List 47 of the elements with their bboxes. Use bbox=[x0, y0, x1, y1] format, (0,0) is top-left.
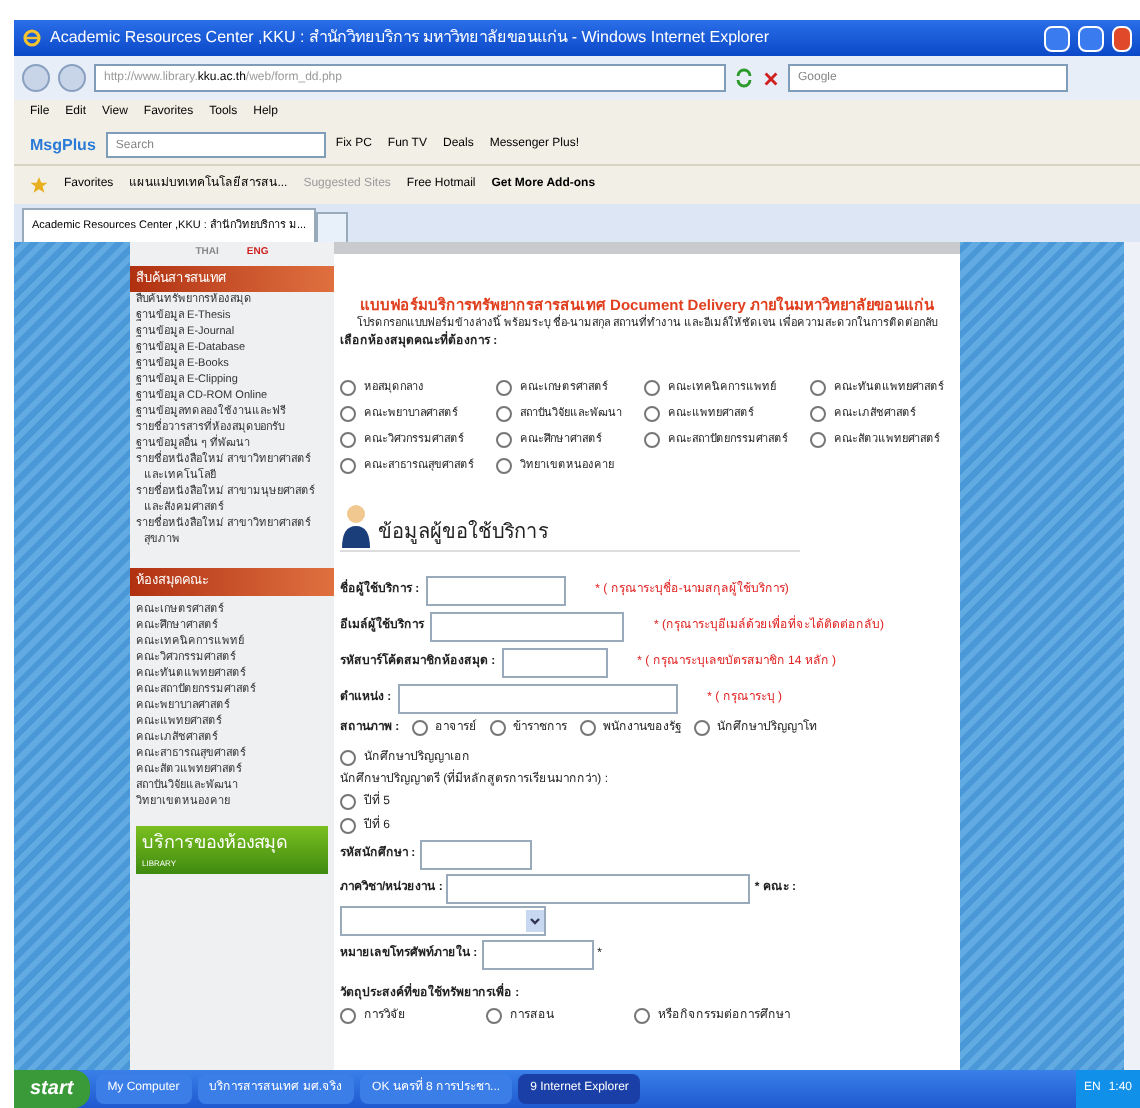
radio-button[interactable] bbox=[579, 720, 596, 736]
radio-button[interactable] bbox=[810, 379, 826, 396]
radio-button[interactable] bbox=[810, 432, 826, 449]
radio-button[interactable] bbox=[496, 405, 512, 422]
radio-button[interactable] bbox=[810, 405, 826, 422]
text-field[interactable] bbox=[425, 575, 566, 605]
text-field[interactable] bbox=[501, 647, 608, 677]
radio-button[interactable] bbox=[340, 432, 356, 449]
minimize-button[interactable] bbox=[1044, 25, 1070, 51]
radio-button[interactable] bbox=[489, 720, 506, 736]
banner-title: บริการของห้องสมุด bbox=[142, 830, 290, 857]
section-heading: ข้อมูลผู้ขอใช้บริการ bbox=[378, 518, 548, 547]
scrollbar[interactable] bbox=[1124, 242, 1140, 1070]
person-icon bbox=[340, 503, 372, 547]
forward-button[interactable] bbox=[58, 64, 86, 92]
radio-button[interactable] bbox=[340, 794, 356, 810]
back-button[interactable] bbox=[22, 64, 50, 92]
start-button[interactable]: start bbox=[14, 1070, 90, 1108]
radio-button[interactable] bbox=[644, 432, 660, 449]
department-field[interactable] bbox=[446, 873, 751, 903]
phone-field[interactable] bbox=[481, 939, 594, 969]
close-button[interactable] bbox=[1112, 25, 1132, 51]
star-icon bbox=[30, 176, 48, 194]
radio-button[interactable] bbox=[340, 750, 356, 766]
radio-button[interactable] bbox=[486, 1008, 502, 1024]
radio-button[interactable] bbox=[496, 458, 512, 475]
radio-button[interactable] bbox=[644, 379, 660, 396]
radio-button[interactable] bbox=[496, 379, 512, 396]
text-field[interactable] bbox=[430, 611, 624, 641]
radio-button[interactable] bbox=[634, 1008, 650, 1024]
radio-button[interactable] bbox=[340, 379, 356, 396]
radio-button[interactable] bbox=[496, 432, 512, 449]
radio-button[interactable] bbox=[340, 818, 356, 834]
stop-icon[interactable] bbox=[762, 69, 780, 87]
text-field[interactable] bbox=[397, 683, 678, 713]
radio-button[interactable] bbox=[340, 1008, 356, 1024]
window-title: Academic Resources Center ,KKU : สำนักวิทยบริการ มหาวิทยาลัยขอนแก่น - Windows Internet Explorer bbox=[50, 26, 772, 50]
student-id-field[interactable] bbox=[419, 839, 532, 869]
radio-button[interactable] bbox=[644, 405, 660, 422]
radio-button[interactable] bbox=[340, 458, 356, 475]
radio-button[interactable] bbox=[411, 720, 428, 736]
radio-button[interactable] bbox=[340, 405, 356, 422]
ie-logo-icon bbox=[22, 28, 42, 48]
radio-button[interactable] bbox=[693, 720, 710, 736]
toolbar-brand[interactable]: MsgPlus bbox=[30, 133, 96, 157]
refresh-icon[interactable] bbox=[734, 68, 754, 88]
maximize-button[interactable] bbox=[1078, 25, 1104, 51]
